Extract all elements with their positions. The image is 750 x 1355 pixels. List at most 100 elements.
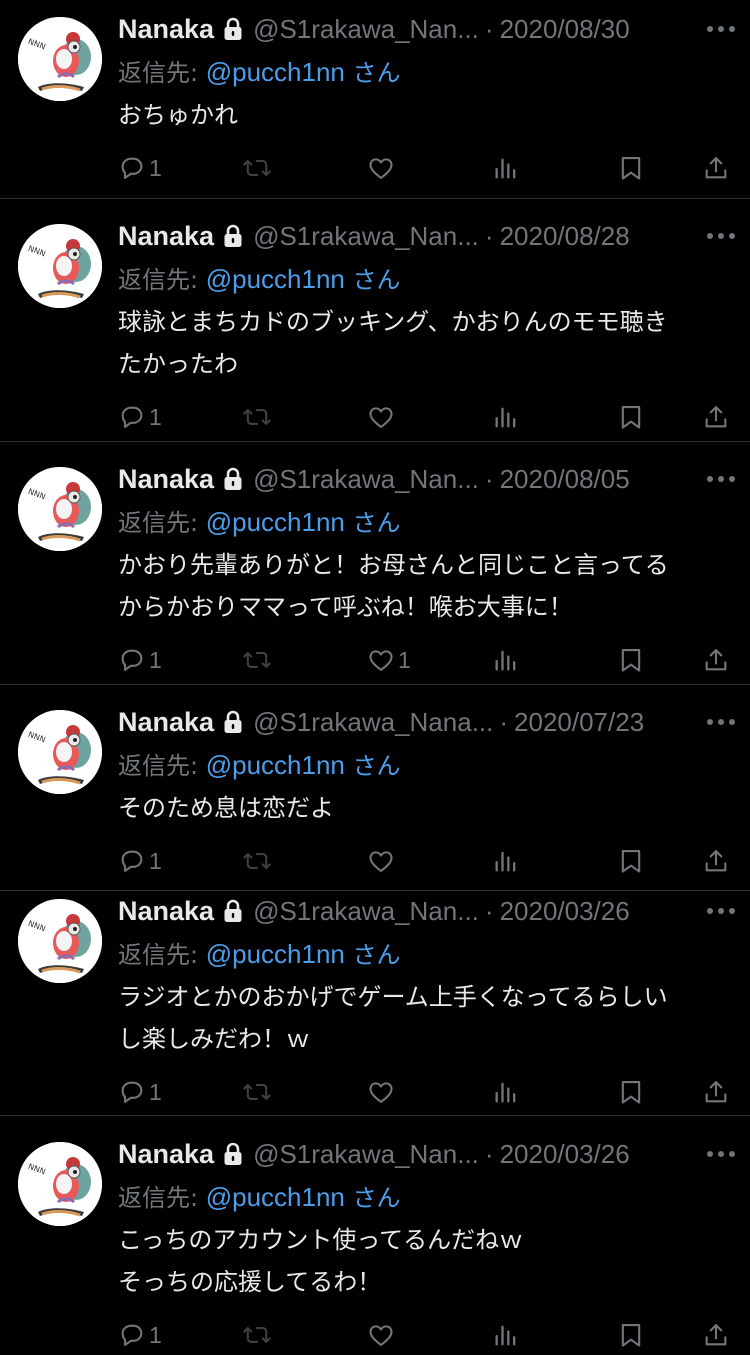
username[interactable]: @S1rakawa_Nan... — [253, 1139, 479, 1170]
like-button[interactable]: 1 — [367, 640, 411, 680]
bookmark-button[interactable] — [617, 1315, 645, 1355]
reply-button[interactable]: 1 — [118, 841, 162, 881]
mention-link[interactable]: @pucch1nn — [206, 750, 345, 780]
timestamp[interactable]: 2020/08/28 — [500, 221, 630, 252]
share-icon — [702, 1078, 730, 1106]
avatar[interactable]: NNN — [18, 1142, 102, 1226]
avatar[interactable]: NNN — [18, 710, 102, 794]
share-button[interactable] — [702, 640, 730, 680]
tweet[interactable]: NNN Nanaka @S1rakawa_Nana... · 2020/07/2… — [0, 685, 750, 891]
share-button[interactable] — [702, 397, 730, 437]
display-name[interactable]: Nanaka — [118, 896, 214, 927]
more-icon[interactable] — [696, 25, 736, 33]
like-button[interactable] — [367, 841, 398, 881]
retweet-button[interactable] — [242, 1315, 272, 1355]
views-button[interactable] — [492, 397, 520, 437]
like-button[interactable] — [367, 1072, 398, 1112]
avatar[interactable]: NNN — [18, 467, 102, 551]
display-name[interactable]: Nanaka — [118, 14, 214, 45]
share-button[interactable] — [702, 841, 730, 881]
username[interactable]: @S1rakawa_Nana... — [253, 707, 493, 738]
tweet-header: Nanaka @S1rakawa_Nana... · 2020/07/23 — [118, 702, 736, 742]
avatar[interactable]: NNN — [18, 899, 102, 983]
retweet-button[interactable] — [242, 640, 272, 680]
display-name[interactable]: Nanaka — [118, 707, 214, 738]
bookmark-button[interactable] — [617, 1072, 645, 1112]
like-count: 1 — [398, 646, 411, 673]
views-button[interactable] — [492, 841, 520, 881]
timestamp[interactable]: 2020/08/30 — [500, 14, 630, 45]
mention-link[interactable]: @pucch1nn — [206, 57, 345, 87]
share-button[interactable] — [702, 1072, 730, 1112]
reply-context: 返信先: @pucch1nn さん — [118, 746, 401, 781]
more-icon[interactable] — [696, 1150, 736, 1158]
tweet[interactable]: NNN Nanaka @S1rakawa_Nan... · 2020/08/05… — [0, 442, 750, 685]
retweet-button[interactable] — [242, 148, 272, 188]
retweet-button[interactable] — [242, 1072, 272, 1112]
tweet-text: かおり先輩ありがと！お母さんと同じこと言ってる からかおりママって呼ぶね！喉お大… — [118, 551, 669, 621]
like-button[interactable] — [367, 1315, 398, 1355]
bookmark-button[interactable] — [617, 640, 645, 680]
display-name[interactable]: Nanaka — [118, 221, 214, 252]
lock-icon — [223, 224, 243, 248]
lock-icon — [223, 899, 243, 923]
like-icon — [367, 646, 395, 674]
separator-dot: · — [484, 1138, 494, 1169]
retweet-button[interactable] — [242, 841, 272, 881]
more-icon[interactable] — [696, 475, 736, 483]
like-button[interactable] — [367, 397, 398, 437]
bookmark-button[interactable] — [617, 397, 645, 437]
reply-button[interactable]: 1 — [118, 1072, 162, 1112]
avatar-image: NNN — [18, 17, 102, 101]
timestamp[interactable]: 2020/07/23 — [514, 707, 644, 738]
timestamp[interactable]: 2020/08/05 — [500, 464, 630, 495]
username[interactable]: @S1rakawa_Nan... — [253, 14, 479, 45]
avatar[interactable]: NNN — [18, 17, 102, 101]
tweet[interactable]: NNN Nanaka @S1rakawa_Nan... · 2020/08/28… — [0, 199, 750, 442]
share-icon — [702, 646, 730, 674]
reply-prefix: 返信先: — [118, 59, 199, 87]
display-name[interactable]: Nanaka — [118, 464, 214, 495]
mention-link[interactable]: @pucch1nn — [206, 264, 345, 294]
share-button[interactable] — [702, 1315, 730, 1355]
more-icon[interactable] — [696, 907, 736, 915]
action-bar: 1 — [118, 841, 730, 881]
like-icon — [367, 1078, 395, 1106]
avatar[interactable]: NNN — [18, 224, 102, 308]
share-button[interactable] — [702, 148, 730, 188]
timestamp[interactable]: 2020/03/26 — [500, 896, 630, 927]
reply-icon — [118, 1078, 146, 1106]
tweet-text: 球詠とまちカドのブッキング、かおりんのモモ聴き たかったわ — [118, 308, 668, 378]
bookmark-button[interactable] — [617, 841, 645, 881]
bookmark-icon — [617, 1321, 645, 1349]
like-button[interactable] — [367, 148, 398, 188]
mention-link[interactable]: @pucch1nn — [206, 507, 345, 537]
tweet[interactable]: NNN Nanaka @S1rakawa_Nan... · 2020/03/26… — [0, 891, 750, 1116]
username[interactable]: @S1rakawa_Nan... — [253, 464, 479, 495]
display-name[interactable]: Nanaka — [118, 1139, 214, 1170]
views-button[interactable] — [492, 148, 520, 188]
more-icon[interactable] — [696, 718, 736, 726]
reply-button[interactable]: 1 — [118, 397, 162, 437]
bookmark-button[interactable] — [617, 148, 645, 188]
bookmark-icon — [617, 847, 645, 875]
timestamp[interactable]: 2020/03/26 — [500, 1139, 630, 1170]
username[interactable]: @S1rakawa_Nan... — [253, 896, 479, 927]
reply-prefix: 返信先: — [118, 266, 199, 294]
reply-button[interactable]: 1 — [118, 640, 162, 680]
username[interactable]: @S1rakawa_Nan... — [253, 221, 479, 252]
views-button[interactable] — [492, 1315, 520, 1355]
views-icon — [492, 154, 520, 182]
mention-link[interactable]: @pucch1nn — [206, 939, 345, 969]
tweet[interactable]: NNN Nanaka @S1rakawa_Nan... · 2020/03/26… — [0, 1116, 750, 1353]
reply-button[interactable]: 1 — [118, 1315, 162, 1355]
views-button[interactable] — [492, 1072, 520, 1112]
retweet-icon — [242, 847, 272, 875]
reply-button[interactable]: 1 — [118, 148, 162, 188]
more-icon[interactable] — [696, 232, 736, 240]
tweet[interactable]: NNN Nanaka @S1rakawa_Nan... · 2020/08/30… — [0, 0, 750, 199]
retweet-button[interactable] — [242, 397, 272, 437]
views-button[interactable] — [492, 640, 520, 680]
reply-count: 1 — [149, 847, 162, 874]
mention-link[interactable]: @pucch1nn — [206, 1182, 345, 1212]
